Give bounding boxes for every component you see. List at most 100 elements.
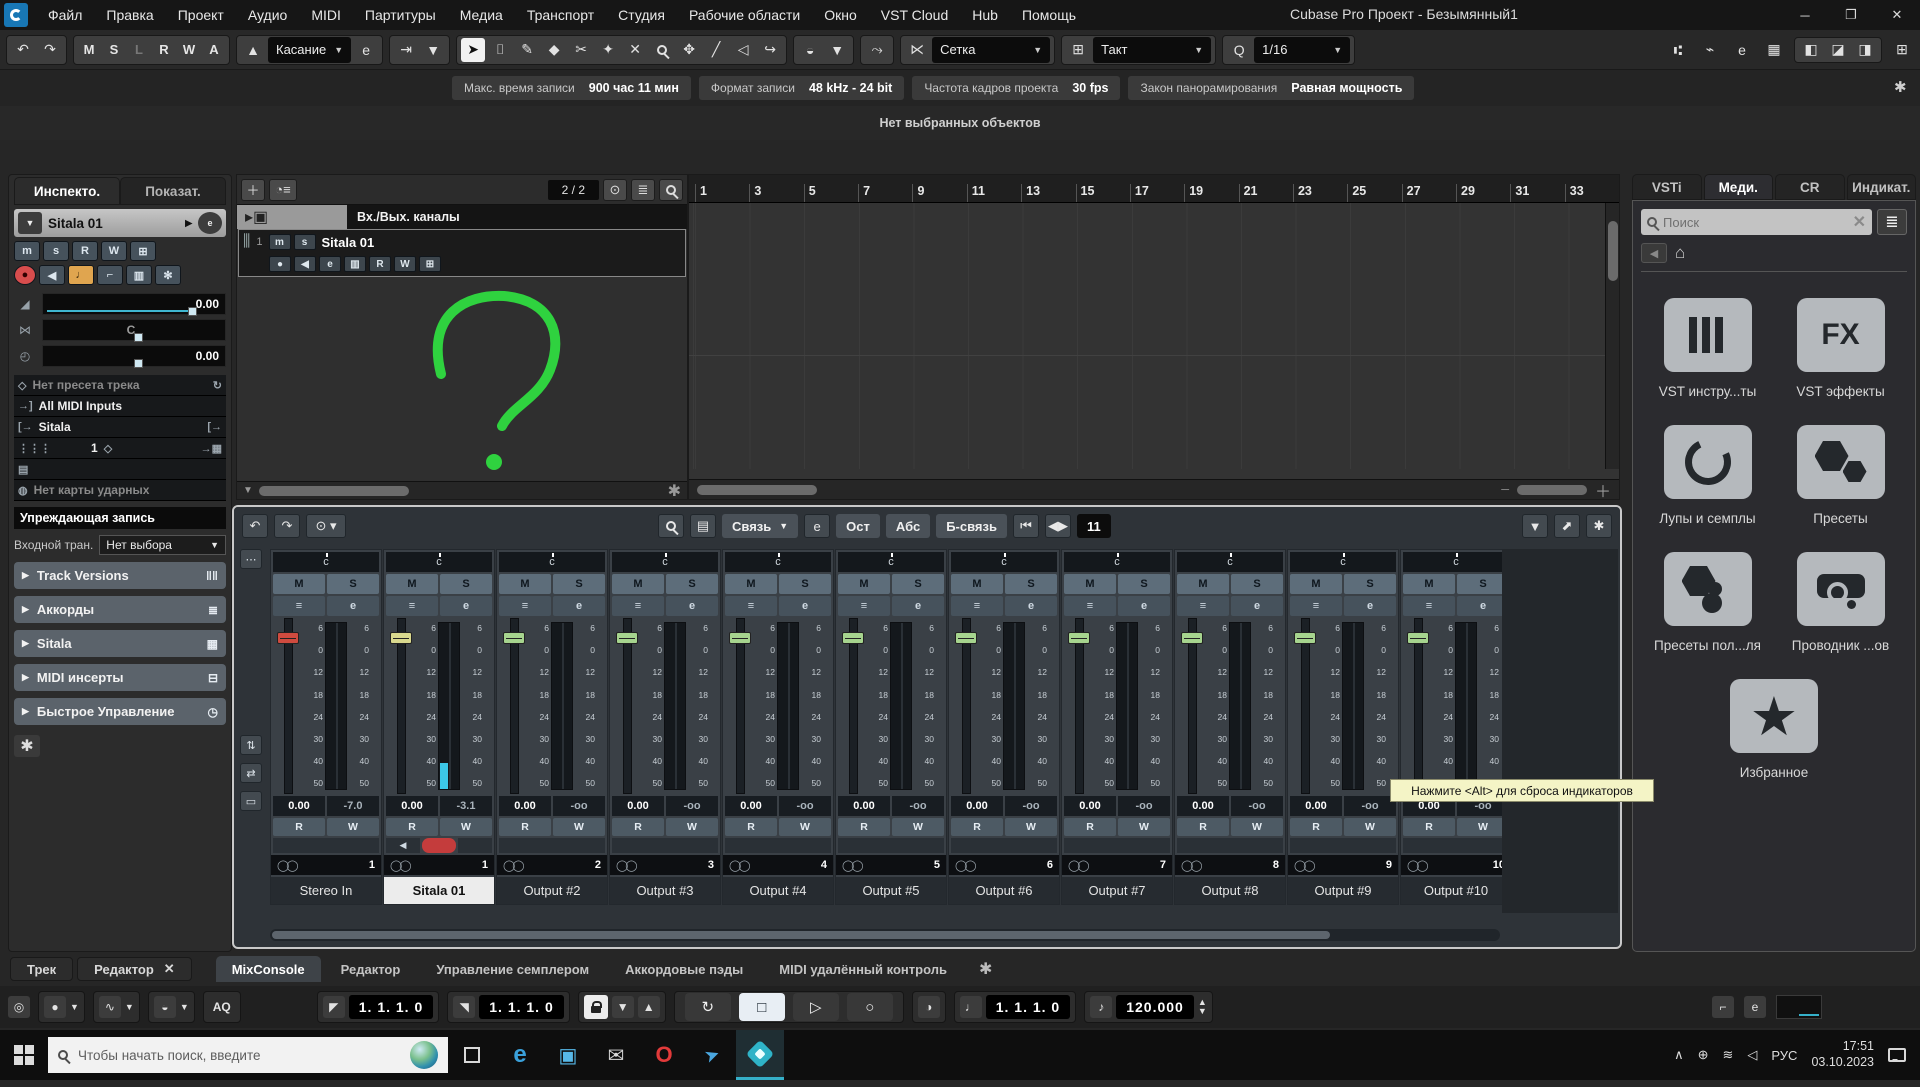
inspector-section[interactable]: ▶ MIDI инсерты ⊟ <box>14 664 226 691</box>
reload-icon[interactable]: ↻ <box>213 379 222 392</box>
write-button[interactable]: W <box>553 818 605 836</box>
metronome-icon[interactable]: ♪ <box>1090 996 1112 1018</box>
record-mode-row[interactable]: Упреждающая запись <box>14 507 226 529</box>
punch-in-icon[interactable]: ▼ <box>612 996 634 1018</box>
minimize-button[interactable]: ─ <box>1782 0 1828 30</box>
pan-control[interactable]: c <box>951 552 1057 572</box>
pan-control[interactable]: c <box>1064 552 1170 572</box>
fader-value[interactable]: 0.00 <box>1290 796 1342 816</box>
listen-button[interactable]: ≡ <box>612 596 664 616</box>
listen-button[interactable]: ≡ <box>1064 596 1116 616</box>
bank-left-icon[interactable]: ⏮ <box>1013 514 1039 538</box>
mute-button[interactable]: M <box>1177 574 1229 594</box>
mixer-snapshot-icon[interactable]: ⊙ ▾ <box>306 514 346 538</box>
back-icon[interactable]: ◀ <box>1641 243 1667 263</box>
channel-e-button[interactable]: e <box>892 596 944 616</box>
hand-tool-icon[interactable]: ✥ <box>677 38 701 62</box>
link-e-icon[interactable]: e <box>804 514 830 538</box>
link-dropdown[interactable]: Связь▼ <box>722 514 798 538</box>
lock-icon[interactable]: ⌐ <box>97 265 123 285</box>
write-button[interactable]: W <box>666 818 718 836</box>
qlink-button[interactable]: Б-связь <box>936 514 1007 538</box>
listen-button[interactable]: ≡ <box>725 596 777 616</box>
channel-fader[interactable] <box>840 618 866 794</box>
read-button[interactable]: R <box>1177 818 1229 836</box>
record-arm-icon[interactable] <box>422 838 456 853</box>
fader-cap[interactable] <box>1407 632 1429 644</box>
mixer-channel-strip[interactable]: c M S ≡ e 60121824304050 60121824304050 … <box>1400 549 1512 905</box>
mute-button[interactable]: M <box>1064 574 1116 594</box>
menu-item[interactable]: Окно <box>812 7 869 23</box>
track-control-button[interactable]: ▥ <box>344 256 366 272</box>
input-transformer-dropdown[interactable]: Нет выбора▼ <box>99 535 226 555</box>
channel-fader[interactable] <box>1066 618 1092 794</box>
inspector-tab[interactable]: Показат. <box>120 177 226 205</box>
add-track-button[interactable]: ＋ <box>241 179 265 201</box>
glue-tool-icon[interactable]: ✦ <box>596 38 620 62</box>
monitor-icon[interactable]: ◀ <box>39 265 65 285</box>
fader-value[interactable]: 0.00 <box>273 796 325 816</box>
crossfade-icon[interactable]: ⤳ <box>865 38 889 62</box>
mute-button[interactable]: M <box>838 574 890 594</box>
fader-value[interactable]: 0.00 <box>1064 796 1116 816</box>
track-button[interactable]: s <box>43 241 69 261</box>
media-tile[interactable]: Пресеты пол...ля <box>1648 552 1768 653</box>
media-search-input[interactable]: Поиск ✕ <box>1641 209 1872 235</box>
menu-item[interactable]: Проект <box>166 7 236 23</box>
channel-e-button[interactable]: e <box>327 596 379 616</box>
read-button[interactable]: R <box>499 818 551 836</box>
time-format-icon[interactable]: ♩ <box>960 996 982 1018</box>
midi-input-icon[interactable]: ⌁ <box>1698 38 1722 62</box>
inspector-section[interactable]: ▶ Аккорды ≣ <box>14 596 226 623</box>
volume-slider[interactable]: 0.00 <box>42 293 226 315</box>
pre-roll-icon[interactable]: ◑ <box>918 996 940 1018</box>
edit-e-icon[interactable]: e <box>1730 38 1754 62</box>
event-display[interactable] <box>689 203 1619 469</box>
edge-icon[interactable]: e <box>496 1030 544 1080</box>
midi-output-row[interactable]: [→Sitala[→ <box>14 417 226 438</box>
channel-e-button[interactable]: e <box>1005 596 1057 616</box>
mute-button[interactable]: M <box>273 574 325 594</box>
read-button[interactable]: R <box>1064 818 1116 836</box>
menu-item[interactable]: Транспорт <box>515 7 606 23</box>
channel-e-button[interactable]: e <box>1231 596 1283 616</box>
media-tile[interactable]: VST инстру...ты <box>1648 298 1768 399</box>
channel-name[interactable]: Output #9 <box>1288 877 1398 904</box>
click-icon[interactable]: ⌐ <box>1712 996 1734 1018</box>
info-item[interactable]: Формат записи 48 kHz - 24 bit <box>699 76 904 100</box>
mixer-scrollbar[interactable] <box>270 929 1500 941</box>
setup-window-icon[interactable]: ⊞ <box>1890 38 1914 62</box>
write-button[interactable]: W <box>327 818 379 836</box>
peak-value[interactable]: -7.0 <box>327 796 379 816</box>
timeline-ruler[interactable]: 13579111315171921232527293133 <box>689 175 1619 203</box>
mail-icon[interactable]: ✉ <box>592 1030 640 1080</box>
range-tool-icon[interactable]: ⌷ <box>488 38 512 62</box>
peak-value[interactable]: -oo <box>1231 796 1283 816</box>
menu-item[interactable]: Рабочие области <box>677 7 812 23</box>
pan-control[interactable]: c <box>273 552 379 572</box>
read-button[interactable]: R <box>1403 818 1455 836</box>
channel-e-button[interactable]: e <box>1344 596 1396 616</box>
track-button[interactable]: W <box>101 241 127 261</box>
folder-icon[interactable]: ▸▣ <box>237 205 347 229</box>
mixer-gear-icon[interactable]: ✱ <box>1586 514 1612 538</box>
lower-zone-tab[interactable]: MIDI удалённый контроль <box>763 956 963 982</box>
track-control-button[interactable]: ● <box>269 256 291 272</box>
menu-item[interactable]: Правка <box>94 7 165 23</box>
peak-value[interactable]: -oo <box>1118 796 1170 816</box>
media-tile[interactable]: Избранное <box>1714 679 1834 780</box>
channel-e-button[interactable]: e <box>440 596 492 616</box>
channel-e-button[interactable]: e <box>553 596 605 616</box>
mixer-channel-strip[interactable]: c M S ≡ e 60121824304050 60121824304050 … <box>496 549 608 905</box>
track-preset-row[interactable]: ◇Нет пресета трека↻ <box>14 375 226 396</box>
snap-type-dropdown[interactable]: Сетка▼ <box>932 37 1050 63</box>
channel-fader[interactable] <box>1292 618 1318 794</box>
info-item[interactable]: Макс. время записи 900 час 11 мин <box>452 76 691 100</box>
lanes-icon[interactable]: ▥ <box>126 265 152 285</box>
peak-value[interactable]: -oo <box>1005 796 1057 816</box>
stop-button[interactable]: □ <box>739 993 785 1021</box>
zone-gear-icon[interactable]: ✱ <box>979 959 992 979</box>
mixer-channel-strip[interactable]: c M S ≡ e 60121824304050 60121824304050 … <box>270 549 382 905</box>
left-zone-tab[interactable]: Трек <box>10 957 73 981</box>
arrange-area[interactable]: 13579111315171921232527293133 ─ ＋ <box>688 174 1620 500</box>
